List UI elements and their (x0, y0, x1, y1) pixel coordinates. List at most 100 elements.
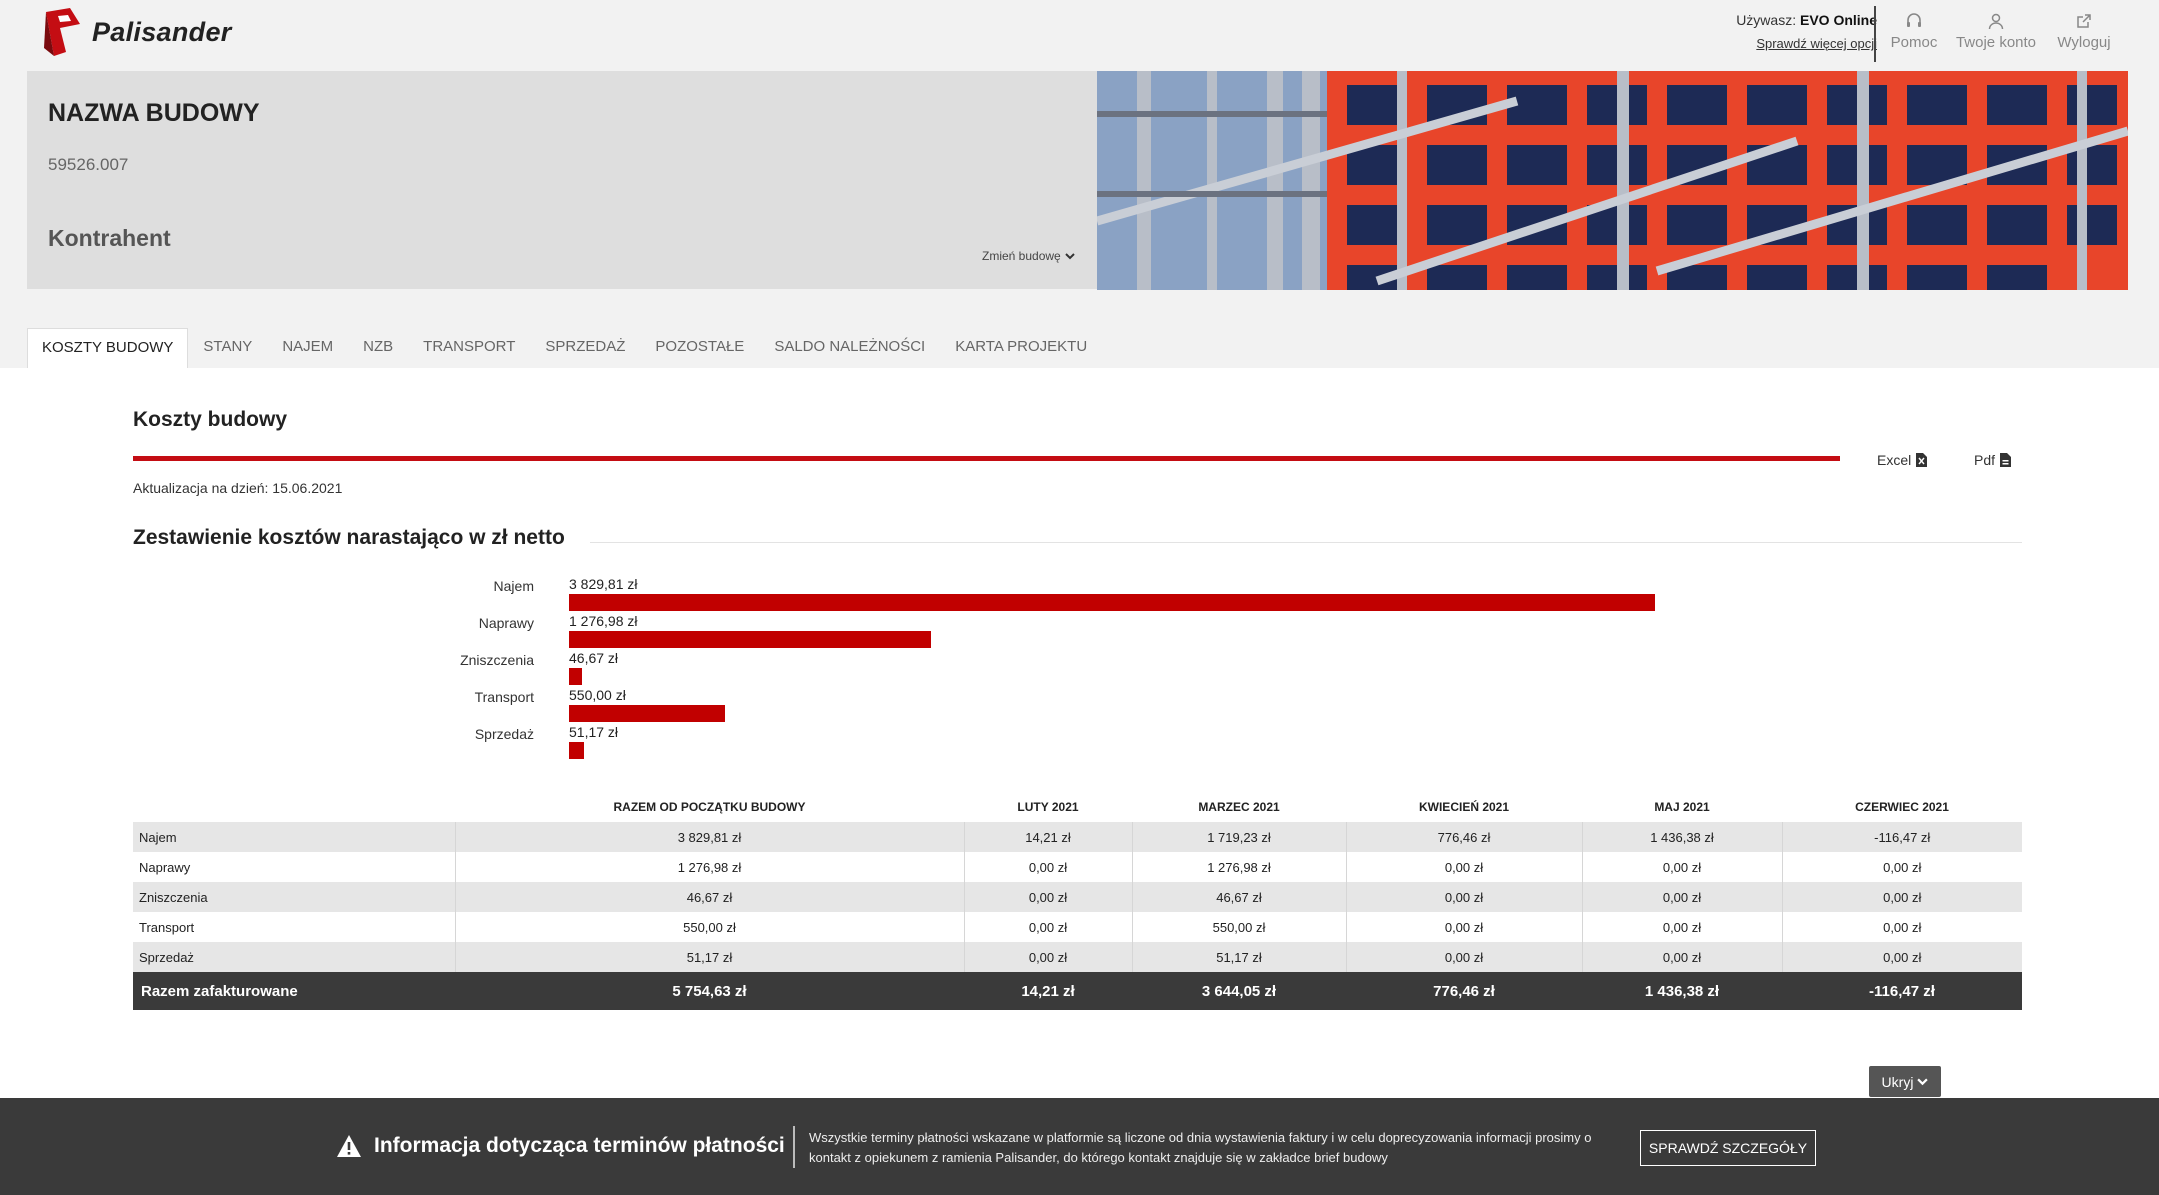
change-site-button[interactable]: Zmień budowę (982, 249, 1075, 263)
table-cell: 51,17 zł (1131, 942, 1346, 972)
row-label: Najem (133, 822, 455, 852)
table-row: Sprzedaż 51,17 zł 0,00 zł 51,17 zł 0,00 … (133, 942, 2022, 972)
user-icon (1988, 13, 2004, 30)
account-button[interactable]: Twoje konto (1952, 12, 2040, 51)
palisander-logo[interactable]: Palisander (40, 6, 232, 58)
cost-bar-chart: Najem 3 829,81 zł Naprawy 1 276,98 zł Zniszc… (0, 576, 2159, 759)
check-details-button[interactable]: SPRAWDŹ SZCZEGÓŁY (1640, 1130, 1816, 1166)
table-cell: 0,00 zł (1345, 942, 1582, 972)
bar-value-label: 550,00 zł (569, 687, 626, 703)
table-cell: 0,00 zł (963, 942, 1132, 972)
tab-saldo-naleznosci[interactable]: SALDO NALEŻNOŚCI (759, 328, 940, 368)
table-cell: 0,00 zł (1781, 852, 2022, 882)
tab-nzb[interactable]: NZB (348, 328, 408, 368)
help-label: Pomoc (1890, 34, 1938, 51)
external-link-icon (2077, 14, 2091, 28)
bar-row: Najem 3 829,81 zł (0, 576, 2159, 613)
bar-category-label: Zniszczenia (460, 652, 534, 668)
column-header: KWIECIEŃ 2021 (1418, 800, 1510, 814)
table-cell: 0,00 zł (1581, 912, 1782, 942)
logout-label: Wyloguj (2057, 34, 2111, 51)
table-row: Zniszczenia 46,67 zł 0,00 zł 46,67 zł 0,… (133, 882, 2022, 912)
table-cell: 1 436,38 zł (1581, 822, 1782, 852)
total-label: Razem zafakturowane (133, 972, 455, 1010)
bar (569, 631, 931, 648)
export-pdf-button[interactable]: Pdf (1974, 452, 2012, 468)
bar-row: Naprawy 1 276,98 zł (0, 613, 2159, 650)
table-cell: 0,00 zł (1581, 882, 1782, 912)
tab-transport[interactable]: TRANSPORT (408, 328, 530, 368)
table-cell: 0,00 zł (963, 912, 1132, 942)
table-cell: 0,00 zł (963, 882, 1132, 912)
row-label: Sprzedaż (133, 942, 455, 972)
help-button[interactable]: Pomoc (1888, 12, 1940, 51)
table-cell: 0,00 zł (1781, 882, 2022, 912)
account-label: Twoje konto (1955, 34, 2037, 51)
table-cell: 0,00 zł (1581, 942, 1782, 972)
bar-category-label: Sprzedaż (474, 726, 534, 742)
tab-sprzedaz[interactable]: SPRZEDAŻ (530, 328, 640, 368)
header-actions: Pomoc Twoje konto Wyloguj (1888, 12, 2116, 51)
subtitle-divider (590, 542, 2022, 543)
bar-category-label: Naprawy (478, 615, 534, 631)
update-date: Aktualizacja na dzień: 15.06.2021 (133, 480, 343, 496)
bar-value-label: 46,67 zł (569, 650, 619, 666)
header-divider (1874, 6, 1876, 62)
bar-row: Transport 550,00 zł (0, 687, 2159, 724)
site-name: NAZWA BUDOWY (48, 99, 260, 127)
table-cell: 550,00 zł (1131, 912, 1346, 942)
notice-title: Informacja dotycząca terminów płatności (374, 1134, 785, 1157)
bar-value-label: 51,17 zł (569, 724, 619, 740)
table-cell: 0,00 zł (1345, 852, 1582, 882)
tab-pozostale[interactable]: POZOSTAŁE (640, 328, 759, 368)
column-header: RAZEM OD POCZĄTKU BUDOWY (613, 800, 806, 814)
table-cell: 46,67 zł (1131, 882, 1346, 912)
table-cell: 776,46 zł (1345, 822, 1582, 852)
table-cell: 550,00 zł (454, 912, 964, 942)
pdf-file-icon (2000, 453, 2012, 467)
user-name: EVO Online (1799, 12, 1877, 28)
page-title: Koszty budowy (133, 408, 288, 431)
excel-file-icon (1916, 453, 1928, 467)
column-header: CZERWIEC 2021 (1855, 800, 1949, 814)
tab-koszty-budowy[interactable]: KOSZTY BUDOWY (27, 328, 189, 368)
total-cell: 14,21 zł (964, 972, 1132, 1010)
table-cell: 0,00 zł (963, 852, 1132, 882)
bar-row: Zniszczenia 46,67 zł (0, 650, 2159, 687)
hide-label: Ukryj (1881, 1073, 1914, 1090)
cost-table: RAZEM OD POCZĄTKU BUDOWY LUTY 2021 MARZE… (133, 792, 2022, 1010)
bar (569, 668, 582, 685)
tab-stany[interactable]: STANY (188, 328, 267, 368)
export-excel-label: Excel (1877, 452, 1912, 468)
change-site-label: Zmień budowę (982, 249, 1061, 263)
site-number: 59526.007 (48, 155, 129, 174)
export-excel-button[interactable]: Excel (1877, 452, 1928, 468)
site-client: Kontrahent (48, 225, 171, 251)
table-cell: 1 276,98 zł (454, 852, 964, 882)
chevron-down-icon (1065, 253, 1075, 260)
bar-value-label: 3 829,81 zł (569, 576, 638, 592)
more-options-link[interactable]: Sprawdź więcej opcji (1736, 36, 1877, 51)
headset-icon (1907, 13, 1921, 27)
row-label: Zniszczenia (133, 882, 455, 912)
total-cell: 5 754,63 zł (455, 972, 964, 1010)
tab-najem[interactable]: NAJEM (267, 328, 348, 368)
table-cell: 14,21 zł (963, 822, 1132, 852)
table-cell: 46,67 zł (454, 882, 964, 912)
column-header: MAJ 2021 (1654, 800, 1710, 814)
current-user: Używasz: EVO Online (1736, 12, 1877, 28)
main-content: Koszty budowy Excel Pdf Aktualizacja na … (0, 368, 2159, 1098)
logout-button[interactable]: Wyloguj (2052, 12, 2116, 51)
table-row: Najem 3 829,81 zł 14,21 zł 1 719,23 zł 7… (133, 822, 2022, 852)
section-tabs: KOSZTY BUDOWY STANY NAJEM NZB TRANSPORT … (27, 328, 1102, 368)
logo-mark-icon (40, 6, 86, 58)
table-row: Transport 550,00 zł 0,00 zł 550,00 zł 0,… (133, 912, 2022, 942)
row-label: Transport (133, 912, 455, 942)
tab-karta-projektu[interactable]: KARTA PROJEKTU (940, 328, 1102, 368)
table-header-row: RAZEM OD POCZĄTKU BUDOWY LUTY 2021 MARZE… (133, 792, 2022, 822)
table-cell: -116,47 zł (1781, 822, 2022, 852)
bar-category-label: Najem (493, 578, 534, 594)
cost-summary-heading: Zestawienie kosztów narastająco w zł net… (133, 526, 565, 549)
table-cell: 0,00 zł (1345, 882, 1582, 912)
hide-notice-button[interactable]: Ukryj (1869, 1066, 1941, 1097)
